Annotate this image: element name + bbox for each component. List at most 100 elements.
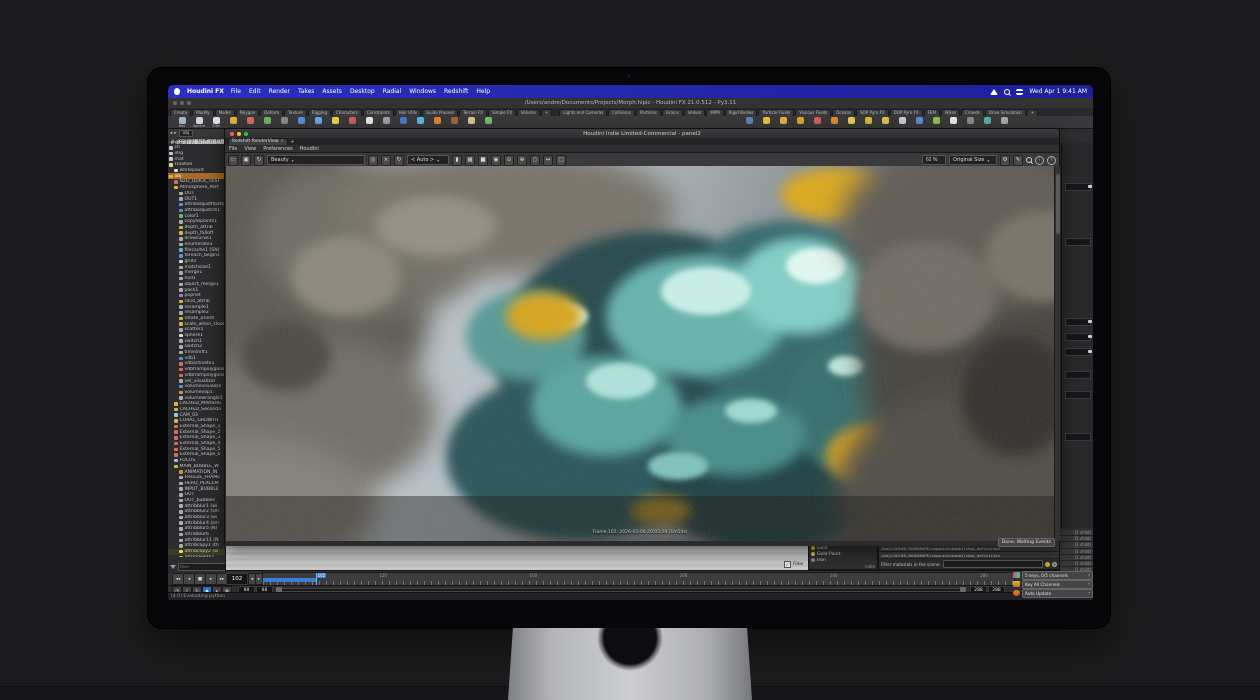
forward-arrow-icon[interactable]: ▸ [174,131,176,136]
menu-item[interactable]: File [231,88,241,95]
menu-item[interactable]: Help [476,88,490,95]
shelf-tool-button[interactable] [431,117,443,128]
focus-picker-icon[interactable] [504,155,514,166]
current-frame-field[interactable]: 102 [226,573,248,585]
shelf-tool-button[interactable] [845,117,857,124]
shelf-tab[interactable]: Terrain FX [459,109,487,116]
tab-close-icon[interactable] [280,139,284,145]
shelf-tool-button[interactable] [794,117,806,124]
shelf-tool-button[interactable] [947,117,959,124]
shelf-tool-button[interactable] [913,117,925,124]
wifi-icon[interactable] [990,89,998,95]
spotlight-search-icon[interactable] [1004,89,1010,95]
shelf-tab[interactable]: Modify [192,109,213,116]
parameter-field[interactable] [1065,183,1091,191]
info-icon[interactable]: i [1035,156,1044,165]
render-menu-item[interactable]: File [229,146,237,152]
fit-width-icon[interactable] [543,155,553,166]
menu-item[interactable]: Assets [322,88,342,95]
app-menu[interactable]: Houdini FX [187,88,224,95]
shelf-tab[interactable]: Guide Process [422,109,458,116]
shelf-tool-button[interactable] [482,117,494,128]
shelf-tool-button[interactable] [329,117,341,128]
parameter-field[interactable] [1065,371,1091,379]
shelf-tab[interactable]: Wires [941,109,960,116]
shelf-tool-button[interactable] [465,117,477,128]
shelf-tool-button[interactable] [295,117,307,128]
apple-logo-icon[interactable] [174,88,180,95]
shelf-tab[interactable]: Collisions [608,109,635,116]
node-type-filter-icon[interactable]: #e8e8e8 [170,139,174,143]
update-mode-dropdown[interactable]: Auto Update [1022,589,1093,598]
mplay-icon[interactable] [368,155,378,166]
shelf-tab[interactable]: Simple FX [488,109,516,116]
restart-icon[interactable] [394,155,404,166]
shelf-tool-button[interactable]: Tube [210,117,222,128]
render-window-titlebar[interactable]: Houdini Indie Limited-Commercial - panel… [225,129,1059,138]
shelf-tab[interactable]: FEM [924,109,940,116]
shelf-tab[interactable]: Oceans [832,109,855,116]
shelf-tab[interactable]: Viscous Fluids [795,109,831,116]
clear-icon[interactable] [381,155,391,166]
shelf-tab[interactable]: Grains [662,109,683,116]
render-scrollbar[interactable] [1054,166,1060,541]
checkbox-icon[interactable]: ✓ [784,561,791,568]
shelf-tool-button[interactable] [828,117,840,124]
shelf-tool-button[interactable] [380,117,392,128]
tree-node-row[interactable]: attribdelete1 [168,555,225,558]
node-type-filter-icon[interactable]: #c96ad9 [200,139,204,143]
crop-icon[interactable] [556,155,566,166]
node-type-filter-icon[interactable]: #4fb8c4 [212,139,216,143]
shelf-tool-button[interactable] [896,117,908,124]
parameter-field[interactable] [1065,318,1091,326]
help-icon[interactable]: ? [1047,156,1056,165]
render-menu-item[interactable]: Houdini [300,146,319,152]
parameter-field[interactable] [1065,348,1091,356]
ipr-icon[interactable] [530,155,540,166]
shelf-tool-button[interactable] [244,117,256,128]
material-ball-icon[interactable] [1052,562,1057,567]
shelf-tool-button[interactable]: Box [176,117,188,128]
shelf-tool-button[interactable] [879,117,891,124]
tree-filter-input[interactable] [178,563,226,571]
shelf-tab[interactable]: Rigid Bodies [725,109,758,116]
parameter-field[interactable] [1065,238,1091,246]
shelf-tab[interactable]: Polygon [236,109,260,116]
shelf-tab[interactable]: DOP Pyro FX [890,109,923,116]
shelf-tool-button[interactable] [448,117,460,128]
shelf-tool-button[interactable] [862,117,874,124]
target-icon[interactable] [517,155,527,166]
shelf-tool-button[interactable] [964,117,976,124]
shelf-tab[interactable]: Hair Utils [395,109,421,116]
shelf-tool-button[interactable] [811,117,823,124]
solid-view-icon[interactable] [478,155,488,166]
material-row[interactable]: Iron [809,557,877,563]
shelf-tool-button[interactable] [397,117,409,128]
render-menu-item[interactable]: View [244,146,256,152]
shelf-tab[interactable]: MPM [706,109,723,116]
snapshot-select[interactable]: < Auto > [407,155,449,165]
shelf-tab[interactable]: Constraints [363,109,394,116]
shelf-tool-button[interactable] [363,117,375,128]
menu-item[interactable]: Takes [298,88,314,95]
shelf-tab[interactable]: SOP Pyro FX [856,109,888,116]
render-region-icon[interactable] [491,155,501,166]
shelf-tab[interactable]: + [541,109,552,116]
shelf-tab[interactable]: Crowds [961,109,984,116]
key-mode-dropdown[interactable]: Key All Channels [1022,580,1093,589]
shelf-tab[interactable]: Texture [284,109,307,116]
menu-item[interactable]: Redshift [444,88,468,95]
shelf-tab[interactable]: Drive Simulation [985,109,1026,116]
shelf-tab[interactable]: + [1027,109,1038,116]
node-type-filter-icon[interactable]: #de8f3c [206,139,210,143]
shelf-tool-button[interactable] [981,117,993,124]
node-type-filter-icon[interactable]: #d96a5e [188,139,192,143]
menu-item[interactable]: Edit [249,88,261,95]
image-size-select[interactable]: Original Size [949,155,997,165]
scrollbar-thumb[interactable] [1056,174,1060,234]
render-menu-item[interactable]: Preferences [263,146,292,152]
shelf-tool-button[interactable] [312,117,324,128]
refresh-render-icon[interactable] [254,155,264,166]
lock-icon[interactable] [452,155,462,166]
grid-icon[interactable] [465,155,475,166]
